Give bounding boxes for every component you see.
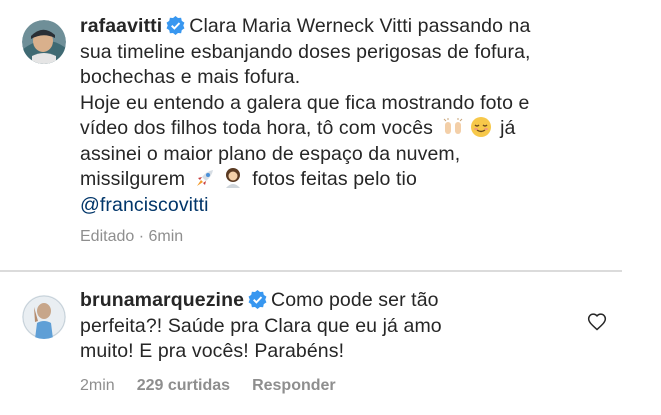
comment-meta: Editado · 6min (80, 228, 183, 246)
comment-line: bochechas e mais fofura. (80, 66, 301, 88)
comment-meta: 2min 229 curtidas Responder (80, 377, 336, 395)
comment-text: brunamarquezine Como pode ser tão perfei… (80, 288, 580, 365)
comment-line: já (500, 117, 516, 139)
comment-line: muito! E pra vocês! Parabéns! (80, 340, 345, 362)
comment-line: Como pode ser tão (271, 289, 439, 311)
comment-line: perfeita?! Saúde pra Clara que eu já amo (80, 314, 442, 337)
rocket-emoji (196, 170, 213, 186)
comment-line: assinei o maior plano de espaço da nuvem… (80, 142, 461, 165)
verified-badge-icon (248, 290, 267, 309)
heart-icon[interactable] (587, 312, 607, 332)
comment-time: 2min (80, 377, 115, 394)
relieved-face-emoji (470, 117, 491, 137)
raising-hands-emoji (443, 118, 462, 134)
comment-rafaavitti: rafaavitti Clara Maria Werneck Vitti pas… (0, 0, 661, 272)
comment-line: vídeo dos filhos toda hora, tô com vocês (80, 117, 434, 139)
username[interactable]: rafaavitti (80, 15, 162, 37)
woman-emoji (225, 168, 240, 188)
avatar-brunamarquezine[interactable] (22, 295, 66, 339)
comment-brunamarquezine: brunamarquezine Como pode ser tão perfei… (0, 274, 661, 415)
comment-line: Clara Maria Werneck Vitti passando na (189, 15, 531, 37)
comment-text: rafaavitti Clara Maria Werneck Vitti pas… (80, 14, 637, 218)
verified-badge-icon (166, 16, 185, 35)
edited-timestamp: Editado · 6min (80, 228, 184, 245)
comment-line: missilgurem (80, 168, 186, 190)
avatar-rafaavitti[interactable] (22, 20, 66, 64)
reply-button[interactable]: Responder (252, 377, 336, 395)
comment-line: sua timeline esbanjando doses perigosas … (80, 40, 531, 63)
likes-count[interactable]: 229 curtidas (137, 377, 230, 395)
username[interactable]: brunamarquezine (80, 289, 244, 311)
divider (0, 270, 622, 272)
comment-line: Hoje eu entendo a galera que fica mostra… (80, 91, 530, 114)
mention-link[interactable]: @franciscovitti (80, 194, 209, 216)
comment-line: fotos feitas pelo tio (252, 168, 417, 190)
